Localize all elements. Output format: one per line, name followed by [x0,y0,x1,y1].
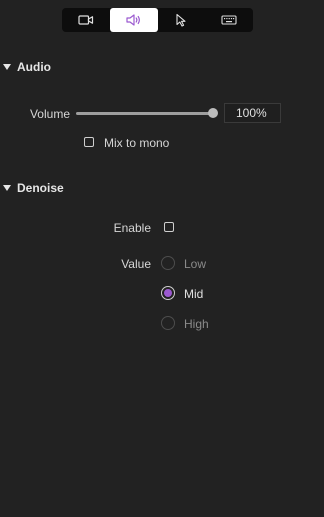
speaker-icon [125,13,143,27]
enable-checkbox[interactable] [164,222,174,232]
radio-low-label: Low [184,257,207,271]
tab-audio[interactable] [109,8,158,32]
tab-keyboard[interactable] [205,8,253,32]
denoise-section-title: Denoise [17,181,64,195]
enable-label: Enable [113,221,151,235]
video-icon [78,14,94,26]
radio-mid[interactable] [161,286,175,300]
radio-high-label: High [184,317,209,331]
mix-to-mono-checkbox[interactable] [84,137,94,147]
settings-panel: Audio Volume 100% Mix to mono Denoise En… [0,0,324,517]
radio-mid-label: Mid [184,287,204,301]
audio-section-header[interactable]: Audio [3,60,51,74]
chevron-down-icon [3,64,11,70]
volume-slider-thumb[interactable] [208,108,218,118]
cursor-icon [174,13,188,27]
mix-to-mono-label: Mix to mono [104,136,170,150]
denoise-section-header[interactable]: Denoise [3,181,64,195]
radio-low[interactable] [161,256,175,270]
chevron-down-icon [3,185,11,191]
tab-bar [62,8,253,32]
value-label: Value [121,257,151,271]
audio-section-title: Audio [17,60,51,74]
tab-video[interactable] [62,8,110,32]
volume-label: Volume [29,107,70,121]
volume-value-field[interactable]: 100% [224,103,281,123]
keyboard-icon [221,14,237,26]
tab-pointer[interactable] [158,8,206,32]
radio-high[interactable] [161,316,175,330]
volume-slider-track[interactable] [76,112,214,115]
